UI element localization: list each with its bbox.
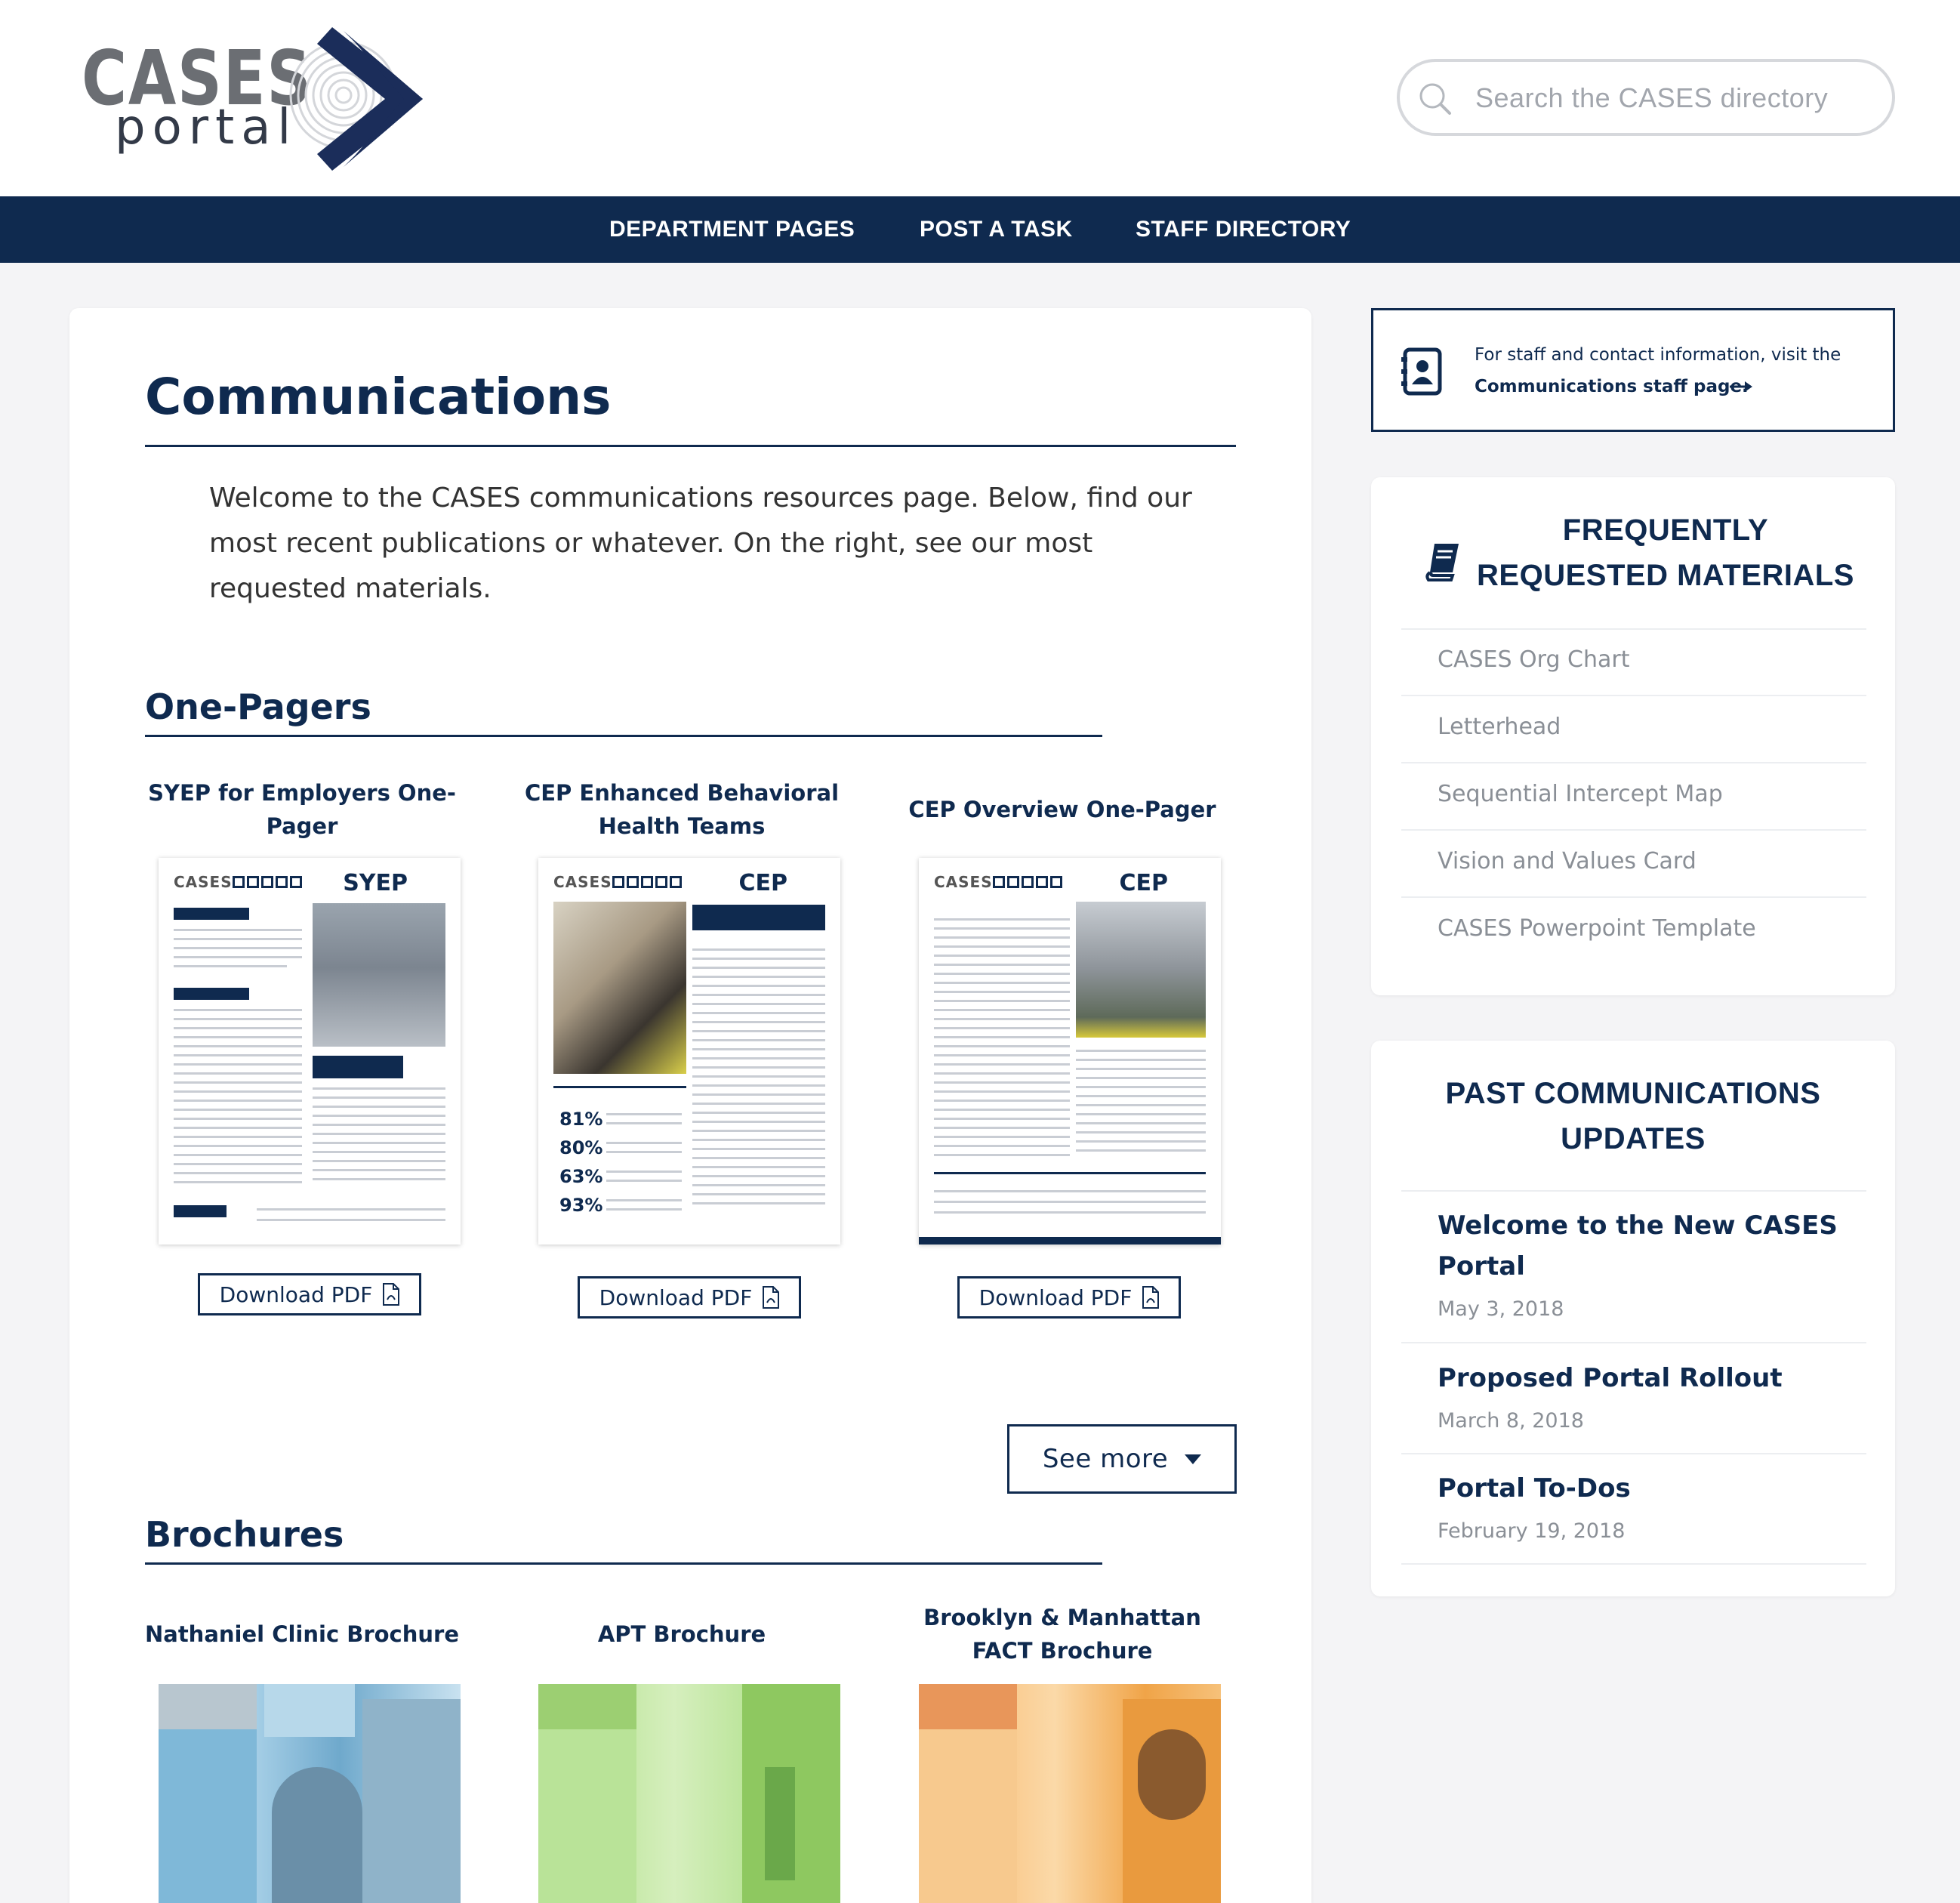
update-date: May 3, 2018 xyxy=(1438,1297,1564,1321)
divider xyxy=(1401,1190,1866,1192)
brochure-thumbnail[interactable] xyxy=(919,1684,1221,1903)
divider xyxy=(1401,1453,1866,1454)
one-pager-thumbnail[interactable]: CASES CEP xyxy=(919,858,1221,1245)
main-content-card: Communications Welcome to the CASES comm… xyxy=(69,308,1311,1903)
brochure-thumbnail[interactable] xyxy=(538,1684,840,1903)
past-updates-title-line2: UPDATES xyxy=(1561,1122,1706,1155)
pdf-file-icon xyxy=(763,1286,780,1309)
thumb-brand: CASES xyxy=(934,873,993,891)
arrow-right-icon[interactable] xyxy=(1730,380,1752,393)
thumb-program-code: CEP xyxy=(1119,870,1169,896)
one-pager-title[interactable]: CEP Enhanced Behavioral Health Teams xyxy=(523,776,840,843)
one-pager-title[interactable]: SYEP for Employers One-Pager xyxy=(143,776,461,843)
logo-chevron-mark xyxy=(289,27,423,171)
thumb-brand: CASES xyxy=(174,873,233,891)
staff-page-link[interactable]: Communications staff page. xyxy=(1475,371,1749,402)
page-title: Communications xyxy=(145,368,612,426)
nav-department-pages[interactable]: DEPARTMENT PAGES xyxy=(609,214,855,245)
section-divider xyxy=(145,1562,1102,1565)
main-nav: DEPARTMENT PAGES POST A TASK STAFF DIREC… xyxy=(0,196,1960,263)
title-divider xyxy=(145,445,1236,447)
divider xyxy=(1401,1563,1866,1565)
divider xyxy=(1401,762,1866,763)
thumb-program-code: SYEP xyxy=(343,870,408,896)
divider xyxy=(1401,695,1866,696)
book-icon xyxy=(1425,544,1459,581)
section-divider xyxy=(145,735,1102,737)
download-pdf-button[interactable]: Download PDF xyxy=(578,1276,801,1319)
thumb-stat: 93% xyxy=(559,1195,603,1216)
thumb-brand: CASES xyxy=(553,873,612,891)
site-header: CASES portal xyxy=(0,0,1960,196)
one-pager-title[interactable]: CEP Overview One-Pager xyxy=(904,793,1221,826)
frequently-requested-card: FREQUENTLY REQUESTED MATERIALS CASES Org… xyxy=(1371,477,1895,995)
thumb-logo-boxes xyxy=(233,876,302,888)
material-link[interactable]: Letterhead xyxy=(1438,712,1561,742)
frequently-requested-title-line2: REQUESTED MATERIALS xyxy=(1477,559,1854,592)
brochure-title[interactable]: Brooklyn & Manhattan FACT Brochure xyxy=(904,1601,1221,1667)
nav-staff-directory[interactable]: STAFF DIRECTORY xyxy=(1136,214,1351,245)
one-pager-thumbnail[interactable]: CASES CEP 81% 80% 63% 93% xyxy=(538,858,840,1245)
see-more-label: See more xyxy=(1042,1444,1169,1474)
material-link[interactable]: CASES Powerpoint Template xyxy=(1438,914,1756,944)
download-pdf-button[interactable]: Download PDF xyxy=(957,1276,1181,1319)
past-updates-title-line1: PAST COMMUNICATIONS xyxy=(1445,1077,1821,1110)
past-updates-card: PAST COMMUNICATIONS UPDATES Welcome to t… xyxy=(1371,1041,1895,1596)
section-title-one-pagers: One-Pagers xyxy=(145,686,371,727)
divider xyxy=(1401,829,1866,831)
thumb-stat: 63% xyxy=(559,1166,603,1187)
pdf-file-icon xyxy=(1142,1286,1160,1309)
update-date: March 8, 2018 xyxy=(1438,1409,1584,1433)
intro-paragraph: Welcome to the CASES communications reso… xyxy=(209,483,1192,604)
update-title-link[interactable]: Welcome to the New CASES Portal xyxy=(1438,1205,1845,1287)
frequently-requested-title-line1: FREQUENTLY xyxy=(1562,514,1769,547)
material-link[interactable]: Sequential Intercept Map xyxy=(1438,779,1723,810)
thumb-logo-boxes xyxy=(993,876,1062,888)
download-pdf-label: Download PDF xyxy=(219,1282,373,1307)
update-title-link[interactable]: Portal To-Dos xyxy=(1438,1468,1845,1509)
material-link[interactable]: CASES Org Chart xyxy=(1438,645,1630,675)
material-link[interactable]: Vision and Values Card xyxy=(1438,847,1697,877)
update-date: February 19, 2018 xyxy=(1438,1519,1626,1543)
cases-portal-logo[interactable]: CASES portal xyxy=(76,27,430,171)
pdf-file-icon xyxy=(383,1283,400,1306)
search-icon xyxy=(1419,83,1451,115)
nav-post-a-task[interactable]: POST A TASK xyxy=(920,214,1073,245)
brochure-thumbnail[interactable] xyxy=(159,1684,461,1903)
logo-subtitle: portal xyxy=(115,100,298,156)
divider xyxy=(1401,896,1866,898)
download-pdf-label: Download PDF xyxy=(599,1285,753,1310)
download-pdf-button[interactable]: Download PDF xyxy=(198,1273,421,1315)
staff-info-box: For staff and contact information, visit… xyxy=(1371,308,1895,432)
thumb-stat: 81% xyxy=(559,1109,603,1130)
caret-down-icon xyxy=(1185,1454,1202,1464)
see-more-button[interactable]: See more xyxy=(1007,1424,1237,1494)
search-input[interactable] xyxy=(1475,77,1875,119)
staff-info-text: For staff and contact information, visit… xyxy=(1475,345,1841,365)
directory-search[interactable] xyxy=(1397,59,1895,136)
divider xyxy=(1401,1342,1866,1343)
brochure-title[interactable]: Nathaniel Clinic Brochure xyxy=(143,1618,461,1651)
download-pdf-label: Download PDF xyxy=(978,1285,1133,1310)
thumb-stat: 80% xyxy=(559,1137,603,1158)
thumb-program-code: CEP xyxy=(738,870,788,896)
one-pager-thumbnail[interactable]: CASES SYEP xyxy=(159,858,461,1245)
contact-card-icon xyxy=(1401,347,1442,396)
update-title-link[interactable]: Proposed Portal Rollout xyxy=(1438,1358,1845,1399)
section-title-brochures: Brochures xyxy=(145,1514,344,1555)
thumb-logo-boxes xyxy=(612,876,682,888)
brochure-title[interactable]: APT Brochure xyxy=(523,1618,840,1651)
divider xyxy=(1401,628,1866,630)
